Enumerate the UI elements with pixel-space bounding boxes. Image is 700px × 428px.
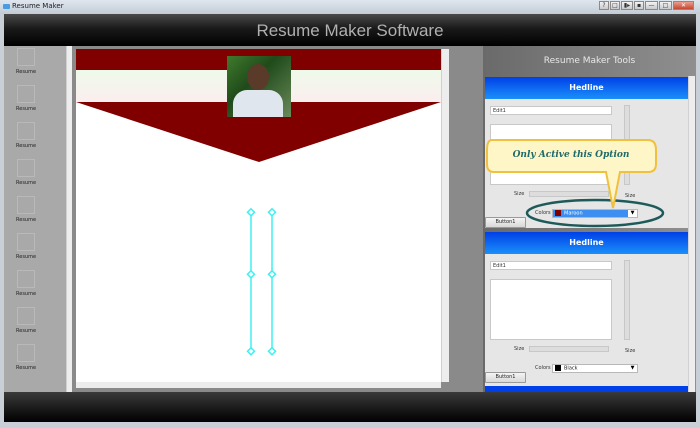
canvas-vertical-scrollbar[interactable]	[441, 49, 449, 382]
template-thumbnail[interactable]	[17, 196, 35, 214]
template-label: Resume	[16, 180, 37, 186]
section-heading: Hedline	[485, 232, 688, 254]
section-heading: Hedline	[485, 77, 688, 99]
template-thumbnail[interactable]	[17, 270, 35, 288]
template-label: Resume	[16, 365, 37, 371]
restore-button[interactable]: □	[610, 1, 620, 10]
maximize-button[interactable]: □	[659, 1, 672, 10]
colors-label: Colors	[535, 365, 551, 371]
footer-bar	[4, 392, 696, 422]
color-swatch	[555, 365, 561, 371]
close-button[interactable]: ✕	[673, 1, 694, 10]
template-list: Resume Resume Resume Resume Resume Resume Resu…	[4, 46, 72, 392]
app-header: Resume Maker Software	[4, 14, 696, 46]
headline-edit[interactable]: Edit1	[490, 106, 612, 115]
size-label: Size	[514, 346, 525, 352]
template-thumbnail[interactable]	[17, 233, 35, 251]
template-thumbnail[interactable]	[17, 344, 35, 362]
tools-title: Resume Maker Tools	[543, 56, 636, 66]
color-value: Black	[564, 365, 578, 372]
template-label: Resume	[16, 69, 37, 75]
headline-textarea[interactable]	[490, 279, 612, 340]
template-label: Resume	[16, 217, 37, 223]
template-label: Resume	[16, 106, 37, 112]
tools-scrollbar[interactable]	[688, 76, 695, 392]
menu-button[interactable]: ▪	[634, 1, 644, 10]
template-label: Resume	[16, 254, 37, 260]
color-select[interactable]: Black ▼	[552, 364, 638, 373]
minimize-button[interactable]: —	[645, 1, 658, 10]
template-thumbnail[interactable]	[17, 307, 35, 325]
size-slider[interactable]	[529, 346, 609, 352]
app-icon	[3, 4, 10, 9]
headline-edit[interactable]: Edit1	[490, 261, 612, 270]
callout-text: Only Active this Option	[512, 150, 630, 160]
resume-canvas[interactable]	[76, 49, 441, 382]
canvas-horizontal-scrollbar[interactable]	[76, 382, 441, 388]
template-label: Resume	[16, 291, 37, 297]
template-label: Resume	[16, 143, 37, 149]
vertical-size-slider[interactable]	[624, 260, 630, 340]
template-thumbnail[interactable]	[17, 122, 35, 140]
template-label: Resume	[16, 328, 37, 334]
template-thumbnail[interactable]	[17, 48, 35, 66]
title-bar: Resume Maker ? □ ▮▸ ▪ — □ ✕	[0, 0, 700, 14]
template-thumbnail[interactable]	[17, 159, 35, 177]
help-button[interactable]: ?	[599, 1, 609, 10]
chevron-down-icon[interactable]: ▼	[628, 365, 637, 372]
connector-lines[interactable]	[76, 49, 441, 382]
app-title: Resume Maker Software	[256, 21, 444, 40]
headline-section: Hedline Edit1 Size Size Colors Black ▼ Bu…	[485, 232, 688, 386]
window-title: Resume Maker	[12, 2, 64, 10]
vertical-size-label: Size	[625, 348, 636, 354]
pin-button[interactable]: ▮▸	[621, 1, 633, 10]
apply-button[interactable]: Button1	[485, 372, 526, 383]
template-thumbnail[interactable]	[17, 85, 35, 103]
